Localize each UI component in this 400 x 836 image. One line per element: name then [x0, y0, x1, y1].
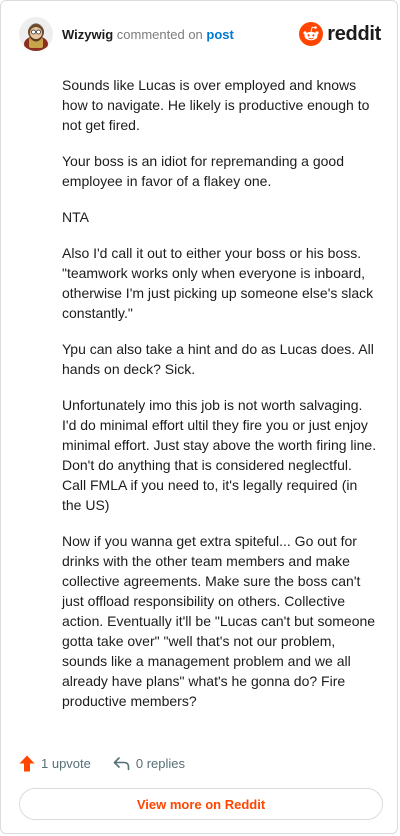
action-text: commented on: [116, 27, 203, 42]
upvote-button[interactable]: 1 upvote: [19, 755, 91, 772]
comment-paragraph: Now if you wanna get extra spiteful... G…: [62, 533, 376, 709]
comment-byline: Wizywig commented on post: [62, 27, 234, 43]
comment-paragraph: Your boss is an idiot for repremanding a…: [62, 153, 344, 189]
reddit-wordmark: reddit: [327, 22, 381, 45]
comment-paragraph: Unfortunately imo this job is not worth …: [62, 397, 377, 513]
avatar[interactable]: [19, 17, 53, 51]
comment-body: Sounds like Lucas is over employed and k…: [62, 75, 378, 727]
comment-paragraph: NTA: [62, 209, 89, 225]
reddit-brand[interactable]: reddit: [299, 21, 381, 47]
replies-count: 0 replies: [135, 755, 186, 771]
comment-footer: 1 upvote 0 replies: [19, 753, 185, 773]
view-more-on-reddit-button[interactable]: View more on Reddit: [19, 788, 383, 820]
upvote-arrow-icon: [19, 755, 35, 772]
author-username[interactable]: Wizywig: [62, 27, 113, 42]
comment-embed-card: Wizywig commented on post reddit Sounds …: [0, 0, 398, 834]
reply-arrow-icon: [113, 756, 130, 771]
comment-paragraph: Sounds like Lucas is over employed and k…: [62, 77, 370, 133]
upvote-count: 1 upvote: [41, 755, 91, 771]
comment-paragraph: Also I'd call it out to either your boss…: [62, 245, 374, 321]
avatar-image: [19, 17, 53, 51]
comment-header: Wizywig commented on post reddit: [19, 17, 381, 53]
reddit-logo-icon: [299, 22, 324, 46]
replies-button[interactable]: 0 replies: [113, 756, 185, 771]
comment-paragraph: Ypu can also take a hint and do as Lucas…: [62, 341, 374, 377]
post-link[interactable]: post: [206, 27, 233, 42]
